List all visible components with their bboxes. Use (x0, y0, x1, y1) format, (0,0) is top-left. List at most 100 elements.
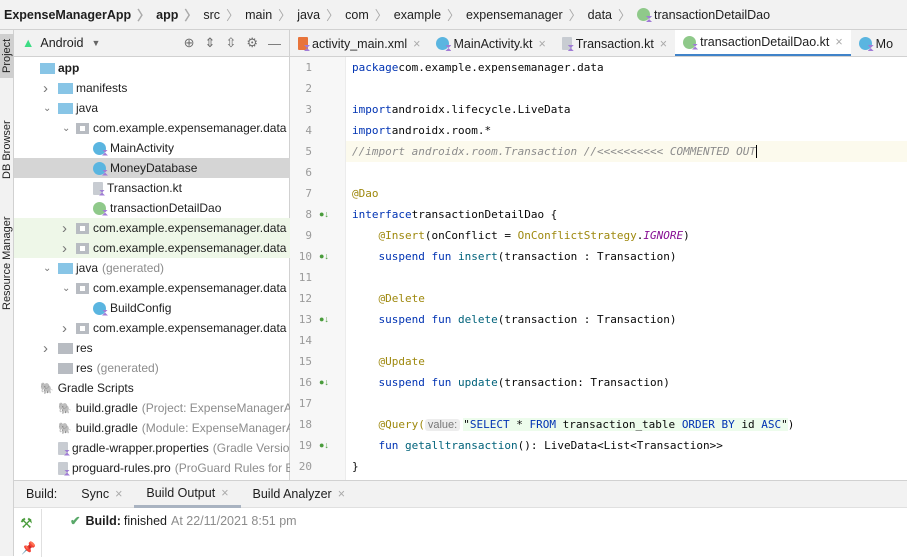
chevron-down-icon[interactable]: ⌄ (43, 263, 51, 274)
implemented-marker-icon[interactable]: ●↓ (319, 309, 329, 330)
chevron-right-icon[interactable]: › (62, 240, 67, 257)
breadcrumb-item[interactable]: ExpenseManagerApp 〉 (4, 5, 156, 24)
implemented-marker-icon[interactable]: ●↓ (319, 372, 329, 393)
line-number: 16 (298, 376, 312, 389)
close-icon[interactable]: × (660, 37, 667, 51)
tree-item-label: MainActivity (110, 141, 175, 155)
minimize-icon[interactable]: — (268, 36, 281, 51)
build-message[interactable]: ✔ Build: finished At 22/11/2021 8:51 pm (70, 513, 297, 529)
tree-item[interactable]: ⌄app (14, 58, 290, 78)
tree-item[interactable]: proguard-rules.pro (ProGuard Rules for E (14, 458, 290, 478)
tree-item[interactable]: Transaction.kt (14, 178, 290, 198)
tree-item-suffix: (Gradle Versio (212, 441, 290, 455)
close-icon[interactable]: × (538, 37, 545, 51)
tree-item[interactable]: ›com.example.expensemanager.data( (14, 238, 290, 258)
tree-item[interactable]: 🐘 build.gradle (Module: ExpenseManagerA (14, 418, 290, 438)
tree-item[interactable]: ⌄ com.example.expensemanager.data (14, 278, 290, 298)
line-number: 2 (305, 82, 312, 95)
parameter-hint: value: (424, 419, 461, 431)
collapse-all-icon[interactable]: ⇳ (225, 35, 236, 51)
chevron-down-icon[interactable]: ⌄ (43, 103, 51, 114)
implemented-marker-icon[interactable]: ●↓ (319, 204, 329, 225)
tree-item[interactable]: BuildConfig (14, 298, 290, 318)
locate-icon[interactable]: ⊕ (184, 35, 195, 51)
chevron-down-icon[interactable]: ⌄ (62, 123, 70, 134)
pin-icon[interactable]: 📌 (21, 541, 36, 555)
view-selector[interactable]: Android (40, 36, 83, 50)
code-token: getalltransaction (398, 439, 518, 452)
tree-item[interactable]: › res (14, 338, 290, 358)
build-tab-label: Build Output (146, 485, 216, 500)
project-panel: ▲ Android ▼ ⊕ ⇕ ⇳ ⚙ — ⌄app›manifests⌄jav… (14, 30, 290, 480)
line-number: 12 (298, 292, 312, 305)
breadcrumb-item[interactable]: com 〉 (345, 5, 394, 24)
close-icon[interactable]: × (115, 487, 122, 501)
chevron-right-icon: 〉 (326, 8, 340, 23)
project-tool-tab[interactable]: Project (0, 34, 14, 78)
build-time: At 22/11/2021 8:51 pm (171, 513, 297, 528)
chevron-right-icon[interactable]: › (62, 320, 67, 337)
line-number: 4 (305, 124, 312, 137)
tree-item[interactable]: ›com.example.expensemanager.data( (14, 218, 290, 238)
hammer-icon[interactable]: ⚒ (20, 515, 33, 532)
chevron-right-icon[interactable]: › (43, 80, 48, 97)
interface-icon (683, 35, 697, 49)
breadcrumb-item[interactable]: expensemanager 〉 (466, 5, 588, 24)
tree-item-label: Transaction.kt (107, 181, 182, 195)
tree-item[interactable]: ⌄ java (14, 98, 290, 118)
breadcrumb-item[interactable]: java 〉 (297, 5, 345, 24)
resource-manager-tool-tab[interactable]: Resource Manager (0, 208, 14, 318)
tree-item[interactable]: › manifests (14, 78, 290, 98)
close-icon[interactable]: × (338, 487, 345, 501)
close-icon[interactable]: × (221, 486, 228, 500)
line-number: 3 (305, 103, 312, 116)
build-tab[interactable]: Sync × (69, 481, 134, 508)
code-editor[interactable]: 1 2 3 4 5 6 7 8 ●↓ 9 10 ●↓ 11 12 13 ●↓ 14 15 16 ●↓ 17 18 19 ●↓ 2… (290, 57, 907, 480)
breadcrumb-item[interactable]: main 〉 (245, 5, 297, 24)
build-tab[interactable]: Build Analyzer × (241, 481, 358, 508)
tree-item[interactable]: 🐘 build.gradle (Project: ExpenseManagerAp (14, 398, 290, 418)
gear-icon[interactable]: ⚙ (246, 35, 258, 51)
line-number: 18 (298, 418, 312, 431)
editor-tab[interactable]: transactionDetailDao.kt × (675, 30, 851, 56)
editor-tab[interactable]: Transaction.kt × (554, 30, 675, 56)
close-icon[interactable]: × (413, 37, 420, 51)
tree-item[interactable]: MoneyDatabase (14, 158, 290, 178)
implemented-marker-icon[interactable]: ●↓ (319, 435, 329, 456)
code-token: IGNORE (643, 229, 684, 242)
chevron-down-icon[interactable]: ⌄ (62, 283, 70, 294)
breadcrumb-item[interactable]: transactionDetailDao (637, 8, 770, 22)
chevron-right-icon[interactable]: › (43, 340, 48, 357)
tree-item[interactable]: MainActivity (14, 138, 290, 158)
chevron-right-icon: 〉 (226, 8, 240, 23)
implemented-marker-icon[interactable]: ●↓ (319, 246, 329, 267)
tree-item[interactable]: ⌄ java (generated) (14, 258, 290, 278)
breadcrumb-item[interactable]: app 〉 (156, 5, 203, 24)
breadcrumb-item[interactable]: example 〉 (394, 5, 466, 24)
tree-item-label: com.example.expensemanager.data (93, 321, 287, 335)
chevron-right-icon[interactable]: › (62, 220, 67, 237)
breadcrumb-item[interactable]: data 〉 (588, 5, 637, 24)
class-icon (93, 141, 106, 155)
build-tab[interactable]: Build Output × (134, 481, 241, 508)
db-browser-tool-tab[interactable]: DB Browser (0, 110, 14, 190)
tree-item[interactable]: › com.example.expensemanager.data (14, 318, 290, 338)
tree-item[interactable]: transactionDetailDao (14, 198, 290, 218)
breadcrumb-item[interactable]: src 〉 (203, 5, 245, 24)
editor-tab[interactable]: Mo (851, 30, 901, 56)
close-icon[interactable]: × (835, 35, 842, 49)
tree-item[interactable]: ⌄ com.example.expensemanager.data (14, 118, 290, 138)
chevron-down-icon[interactable]: ▼ (91, 38, 100, 48)
folder-icon (58, 102, 73, 114)
breadcrumb-label: example (393, 7, 442, 22)
tree-item[interactable]: ⌄ 🐘 Gradle Scripts (14, 378, 290, 398)
tree-item[interactable]: gradle-wrapper.properties (Gradle Versio (14, 438, 290, 458)
line-number: 1 (305, 61, 312, 74)
tree-item-label: build.gradle (75, 401, 138, 415)
editor-tab[interactable]: activity_main.xml × (290, 30, 428, 56)
editor-tab[interactable]: MainActivity.kt × (428, 30, 553, 56)
tree-item[interactable]: res (generated) (14, 358, 290, 378)
expand-all-icon[interactable]: ⇕ (205, 35, 216, 51)
